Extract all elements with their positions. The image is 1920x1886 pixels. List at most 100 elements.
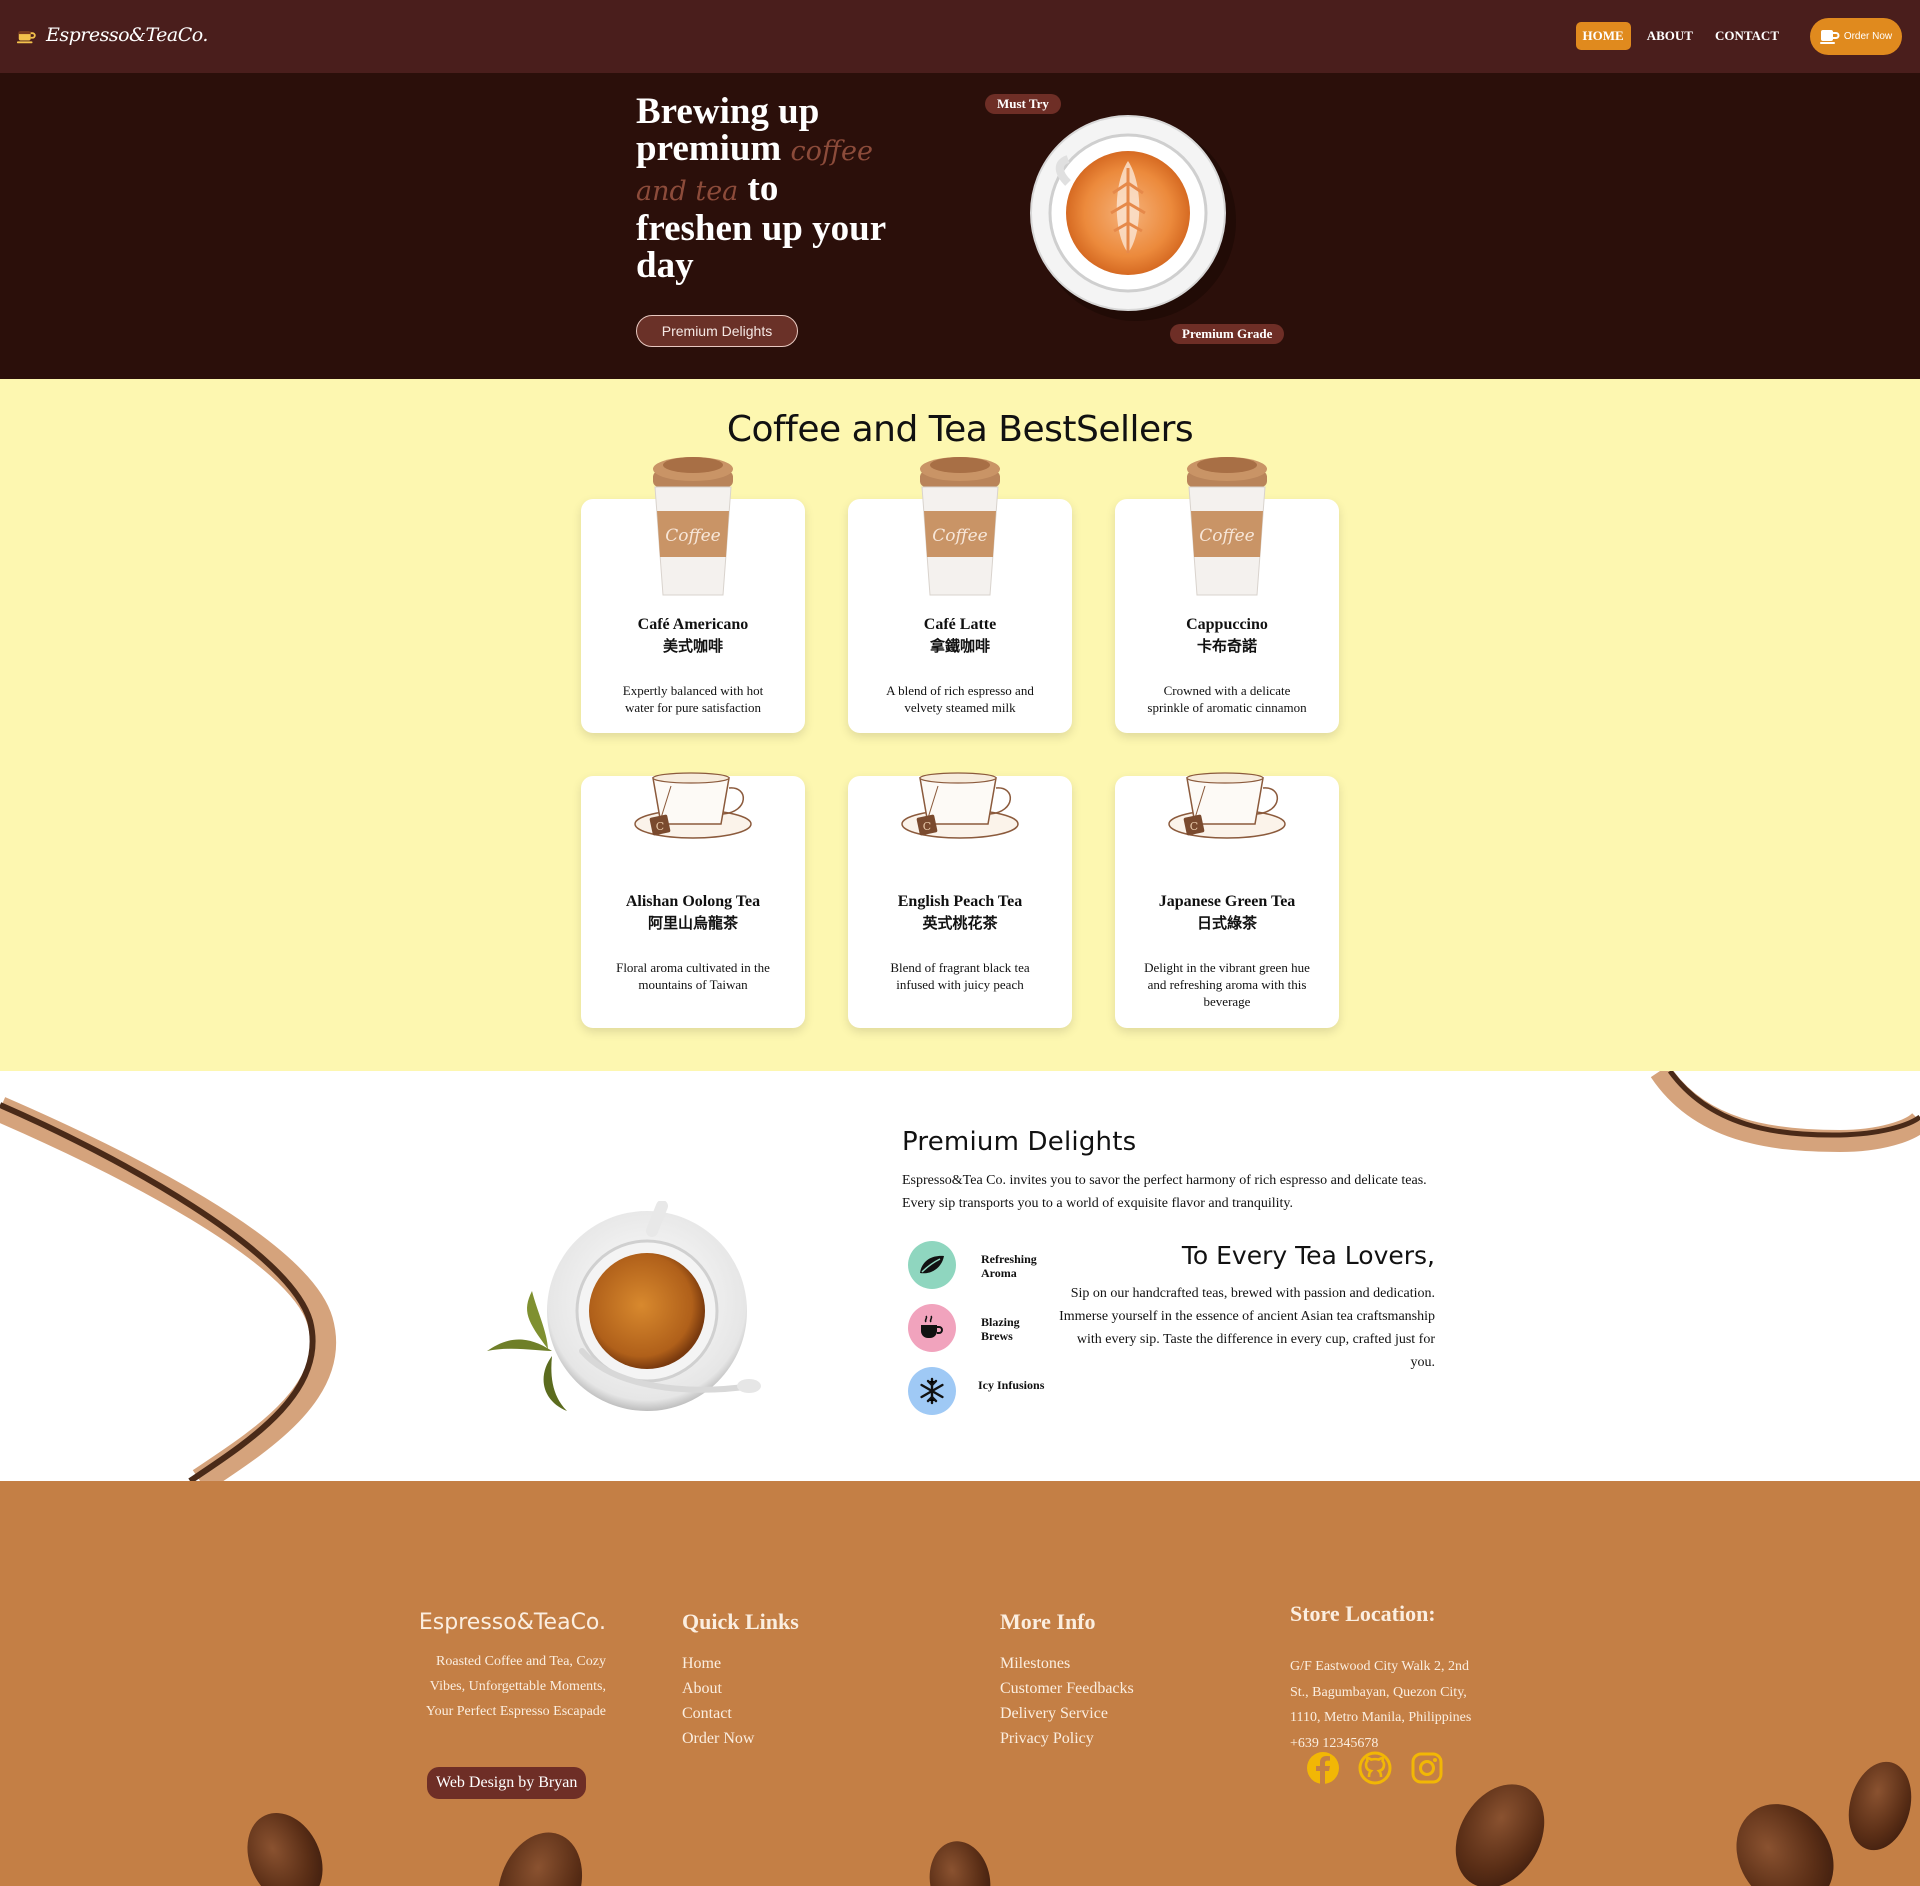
footer-link-about[interactable]: About (682, 1676, 754, 1701)
product-card-peach-tea[interactable]: C English Peach Tea 英式桃花茶 Blend of fragr… (848, 772, 1072, 1028)
feature-item: Icy Infusions (908, 1367, 1044, 1415)
nav-about-link[interactable]: ABOUT (1641, 22, 1699, 50)
quick-links: Home About Contact Order Now (682, 1651, 754, 1751)
instagram-icon[interactable] (1410, 1751, 1444, 1785)
github-icon[interactable] (1358, 1751, 1392, 1785)
coffee-cup-image: Coffee (1187, 457, 1267, 596)
footer-link-privacy[interactable]: Privacy Policy (1000, 1726, 1134, 1751)
product-description: Crowned with a delicate sprinkle of arom… (1147, 683, 1307, 715)
coffee-bean-decoration (483, 1820, 597, 1886)
cup-label: Coffee (1199, 526, 1254, 546)
product-name-zh: 美式咖啡 (662, 637, 723, 655)
hero-section: Brewing up premium coffee and tea to fre… (0, 73, 1920, 379)
store-address: G/F Eastwood City Walk 2, 2nd St., Bagum… (1290, 1654, 1490, 1756)
feature-item: Blazing Brews (908, 1304, 1020, 1352)
product-name: Alishan Oolong Tea (625, 893, 761, 910)
product-card-oolong[interactable]: C Alishan Oolong Tea 阿里山烏龍茶 Floral aroma… (581, 772, 805, 1028)
must-try-badge: Must Try (985, 94, 1061, 114)
tea-lovers-text: Sip on our handcrafted teas, brewed with… (1059, 1286, 1435, 1370)
product-card-green-tea[interactable]: C Japanese Green Tea 日式綠茶 Delight in the… (1115, 772, 1339, 1028)
coffee-bean-decoration (1716, 1785, 1854, 1886)
product-name-zh: 卡布奇諾 (1196, 637, 1257, 655)
navbar: Espresso&TeaCo. HOME ABOUT CONTACT Order… (0, 0, 1920, 73)
product-name: Café Latte (923, 616, 997, 633)
footer-link-feedbacks[interactable]: Customer Feedbacks (1000, 1676, 1134, 1701)
product-description: A blend of rich espresso and velvety ste… (886, 683, 1034, 715)
nav-home-link[interactable]: HOME (1575, 22, 1631, 50)
mug-icon (1819, 29, 1840, 44)
cup-label: Coffee (932, 526, 987, 546)
social-links (1306, 1751, 1444, 1785)
product-card-cappuccino[interactable]: Coffee Cappuccino 卡布奇諾 Crowned with a de… (1115, 457, 1339, 733)
feature-label: Refreshing Aroma (981, 1252, 1037, 1280)
svg-text:C: C (1190, 820, 1198, 833)
footer: Espresso&TeaCo. Roasted Coffee and Tea, … (0, 1481, 1920, 1886)
product-name: Café Americano (637, 616, 749, 633)
premium-grade-badge: Premium Grade (1170, 324, 1285, 344)
feature-label: Blazing Brews (981, 1315, 1020, 1343)
tea-cup-image: C (634, 772, 752, 839)
tea-cup-image: C (1168, 772, 1286, 839)
product-name-zh: 日式綠茶 (1196, 914, 1257, 932)
brand-logo[interactable]: Espresso&TeaCo. (16, 24, 208, 46)
order-now-label: Order Now (1843, 31, 1893, 42)
product-name-zh: 拿鐵咖啡 (929, 637, 990, 655)
address-text: G/F Eastwood City Walk 2, 2nd St., Bagum… (1290, 1659, 1472, 1725)
coffee-cup-icon (16, 31, 36, 44)
footer-link-delivery[interactable]: Delivery Service (1000, 1701, 1134, 1726)
product-name-zh: 阿里山烏龍茶 (647, 914, 738, 932)
product-description: Delight in the vibrant green hue and ref… (1144, 960, 1310, 1009)
brand-name: Espresso&TeaCo. (46, 24, 208, 46)
decorative-swirl-right (1650, 1071, 1920, 1153)
tea-cup-image: C (901, 772, 1019, 839)
bestsellers-section: Coffee and Tea BestSellers Coffee Café A… (0, 379, 1920, 1071)
hot-cup-icon (908, 1304, 956, 1352)
premium-description: Espresso&Tea Co. invites you to savor th… (902, 1173, 1427, 1211)
premium-delights-section: Premium Delights Espresso&Tea Co. invite… (0, 1071, 1920, 1481)
feature-item: Refreshing Aroma (908, 1241, 1037, 1289)
product-description: Blend of fragrant black tea infused with… (890, 960, 1030, 992)
tea-cup-image (487, 1201, 761, 1411)
coffee-bean-decoration (1437, 1768, 1563, 1886)
footer-link-contact[interactable]: Contact (682, 1701, 754, 1726)
nav-links: HOME ABOUT CONTACT (1575, 22, 1785, 50)
latte-cup-image (1030, 115, 1236, 321)
coffee-bean-decoration (923, 1836, 997, 1886)
feature-label: Icy Infusions (978, 1378, 1045, 1392)
footer-tagline: Roasted Coffee and Tea, Cozy Vibes, Unfo… (425, 1654, 606, 1719)
facebook-icon[interactable] (1306, 1751, 1340, 1785)
product-name: English Peach Tea (897, 893, 1023, 910)
tea-lovers-title: To Every Tea Lovers, (1181, 1241, 1435, 1270)
svg-text:C: C (656, 820, 664, 833)
hero-title: Brewing up premium coffee and tea to fre… (636, 93, 896, 284)
product-card-latte[interactable]: Coffee Café Latte 拿鐵咖啡 A blend of rich e… (848, 457, 1072, 733)
coffee-cup-image: Coffee (653, 457, 733, 596)
order-now-button[interactable]: Order Now (1810, 18, 1902, 55)
coffee-bean-decoration (1839, 1754, 1920, 1858)
footer-brand: Espresso&TeaCo. (418, 1610, 606, 1635)
cup-label: Coffee (665, 526, 720, 546)
svg-text:C: C (923, 820, 931, 833)
product-description: Expertly balanced with hot water for pur… (622, 683, 764, 715)
product-card-americano[interactable]: Coffee Café Americano 美式咖啡 Expertly bala… (581, 457, 805, 733)
web-design-credit[interactable]: Web Design by Bryan (427, 1767, 587, 1799)
store-location-title: Store Location: (1290, 1601, 1436, 1626)
bestsellers-title: Coffee and Tea BestSellers (726, 409, 1194, 450)
more-info-links: Milestones Customer Feedbacks Delivery S… (1000, 1651, 1134, 1751)
coffee-cup-image: Coffee (920, 457, 1000, 596)
decorative-swirl-left (0, 1097, 337, 1481)
hero-title-accent: and tea (636, 176, 739, 207)
snowflake-icon (908, 1367, 956, 1415)
product-name-zh: 英式桃花茶 (922, 914, 998, 932)
coffee-bean-decoration (233, 1800, 337, 1886)
product-description: Floral aroma cultivated in the mountains… (616, 960, 770, 992)
quick-links-title: Quick Links (682, 1609, 799, 1634)
footer-link-order-now[interactable]: Order Now (682, 1726, 754, 1751)
footer-link-milestones[interactable]: Milestones (1000, 1651, 1134, 1676)
product-name: Japanese Green Tea (1158, 893, 1296, 910)
hero-title-accent: coffee (790, 136, 873, 167)
leaf-icon (908, 1241, 956, 1289)
nav-contact-link[interactable]: CONTACT (1709, 22, 1785, 50)
footer-link-home[interactable]: Home (682, 1651, 754, 1676)
premium-delights-button[interactable]: Premium Delights (636, 315, 798, 347)
